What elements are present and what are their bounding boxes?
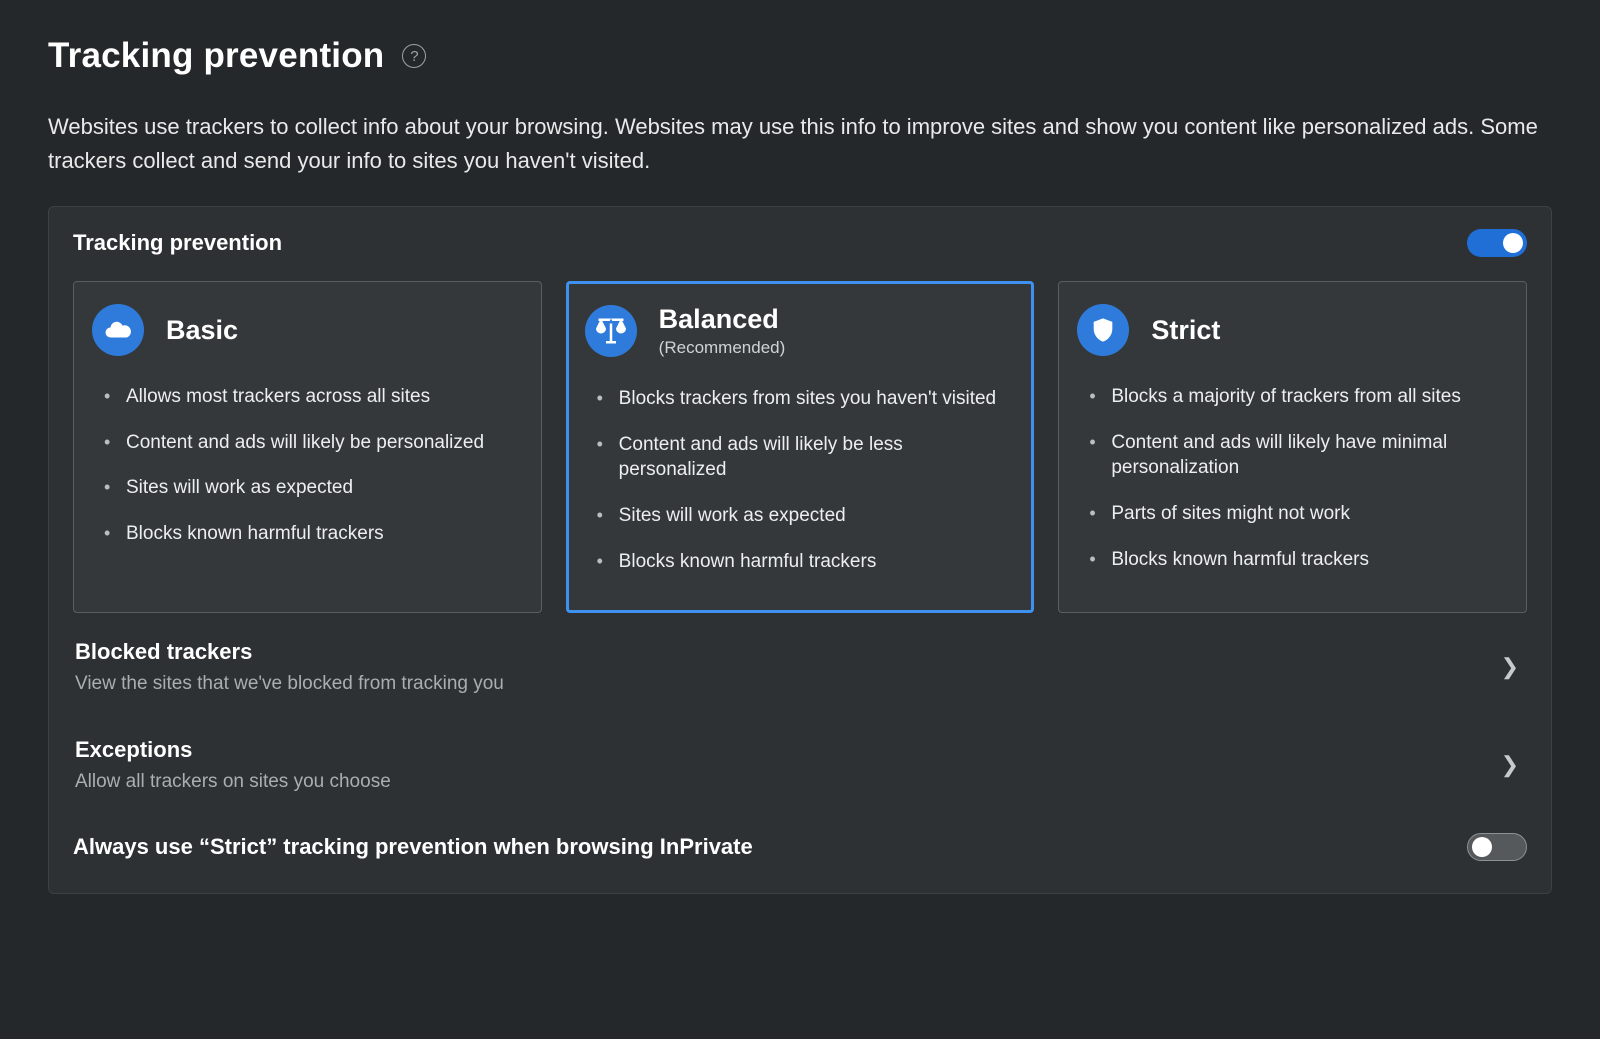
card-strict-bullet: Blocks a majority of trackers from all s… [1083,374,1508,420]
card-balanced-bullet: Content and ads will likely be less pers… [591,422,1016,493]
chevron-right-icon: ❯ [1501,752,1525,778]
card-strict-title: Strict [1151,315,1220,346]
page-description: Websites use trackers to collect info ab… [48,110,1538,178]
tracking-prevention-toggle[interactable] [1467,229,1527,257]
card-balanced-subtitle: (Recommended) [659,338,786,358]
card-strict-bullet: Blocks known harmful trackers [1083,537,1508,583]
tracking-prevention-panel: Tracking prevention Basic Allows most tr… [48,206,1552,894]
chevron-right-icon: ❯ [1501,654,1525,680]
page-title: Tracking prevention [48,36,384,76]
link-exceptions-subtitle: Allow all trackers on sites you choose [75,771,391,793]
card-strict-bullet: Parts of sites might not work [1083,491,1508,537]
card-strict-bullet: Content and ads will likely have minimal… [1083,420,1508,491]
card-basic-bullet: Content and ads will likely be personali… [98,420,523,466]
link-blocked-trackers-subtitle: View the sites that we've blocked from t… [75,673,504,695]
card-basic-bullet: Allows most trackers across all sites [98,374,523,420]
shield-icon [1077,304,1129,356]
card-balanced-title: Balanced [659,304,786,335]
card-basic-bullet: Blocks known harmful trackers [98,511,523,557]
card-balanced-bullet: Blocks known harmful trackers [591,539,1016,585]
card-balanced[interactable]: Balanced (Recommended) Blocks trackers f… [566,281,1035,613]
card-strict[interactable]: Strict Blocks a majority of trackers fro… [1058,281,1527,613]
card-basic[interactable]: Basic Allows most trackers across all si… [73,281,542,613]
link-exceptions[interactable]: Exceptions Allow all trackers on sites y… [73,711,1527,797]
card-balanced-bullet: Sites will work as expected [591,493,1016,539]
inprivate-strict-toggle[interactable] [1467,833,1527,861]
card-balanced-bullet: Blocks trackers from sites you haven't v… [591,376,1016,422]
link-blocked-trackers[interactable]: Blocked trackers View the sites that we'… [73,613,1527,699]
card-basic-title: Basic [166,315,238,346]
link-blocked-trackers-title: Blocked trackers [75,639,504,665]
cloud-icon [92,304,144,356]
scale-icon [585,305,637,357]
card-basic-bullet: Sites will work as expected [98,465,523,511]
inprivate-strict-label: Always use “Strict” tracking prevention … [73,834,753,860]
link-exceptions-title: Exceptions [75,737,391,763]
panel-title: Tracking prevention [73,230,282,256]
help-icon[interactable]: ? [402,44,426,68]
